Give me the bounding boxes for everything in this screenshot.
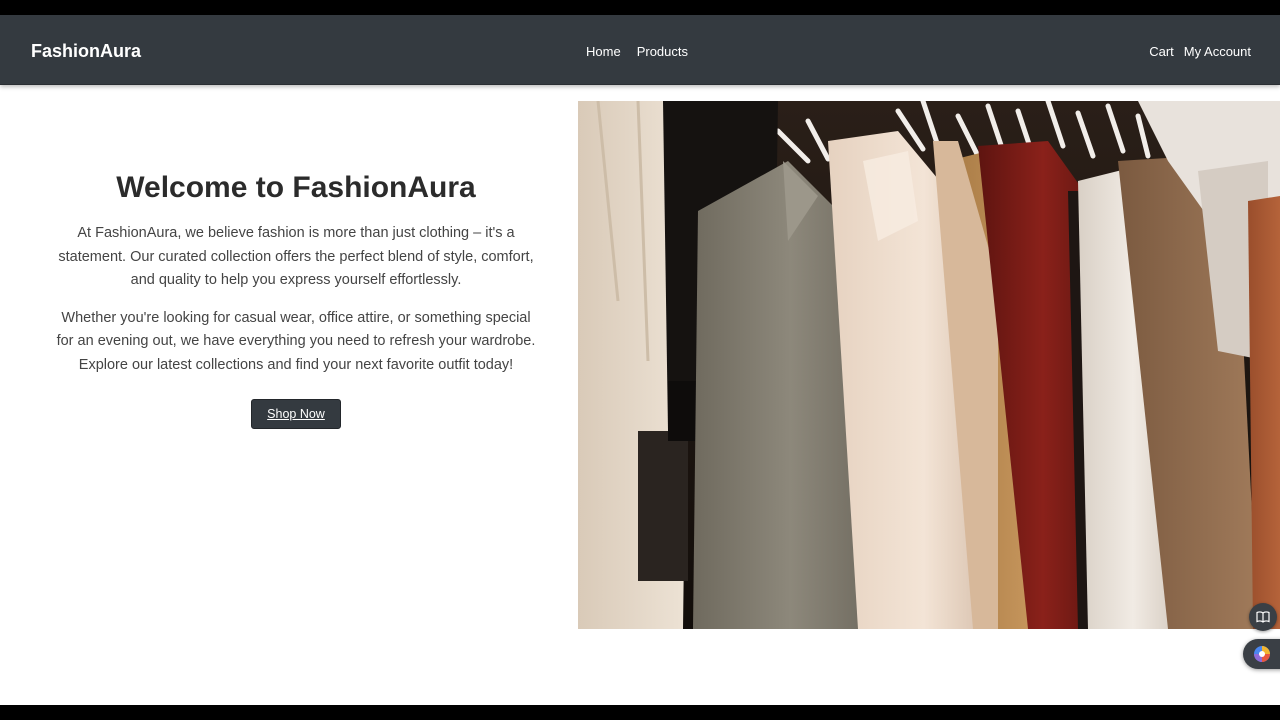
brand-logo[interactable]: FashionAura [31,39,141,63]
nav-main-links: Home Products [586,44,688,60]
hero-paragraph-2: Whether you're looking for casual wear, … [56,309,536,373]
nav-link-my-account[interactable]: My Account [1184,44,1251,60]
screen-frame: FashionAura Home Products Cart My Accoun… [0,0,1280,720]
nav-link-cart[interactable]: Cart [1149,44,1174,60]
hero-image-clothing-rack [578,101,1280,629]
book-open-icon [1256,611,1270,623]
assistant-button[interactable] [1243,639,1280,669]
hero-paragraph-1: At FashionAura, we believe fashion is mo… [58,225,534,288]
nav-link-products[interactable]: Products [637,44,688,60]
nav-user-links: Cart My Account [1149,44,1251,60]
reader-button[interactable] [1249,603,1277,631]
browser-viewport: FashionAura Home Products Cart My Accoun… [0,15,1280,705]
navbar: FashionAura Home Products Cart My Accoun… [0,15,1280,85]
hero-text-block: Welcome to FashionAura At FashionAura, w… [56,170,536,429]
nav-link-home[interactable]: Home [586,44,621,60]
hero-title: Welcome to FashionAura [116,171,476,204]
shop-now-button[interactable]: Shop Now [251,399,341,429]
clothing-rack-illustration [578,101,1280,629]
color-wheel-icon [1254,646,1270,662]
